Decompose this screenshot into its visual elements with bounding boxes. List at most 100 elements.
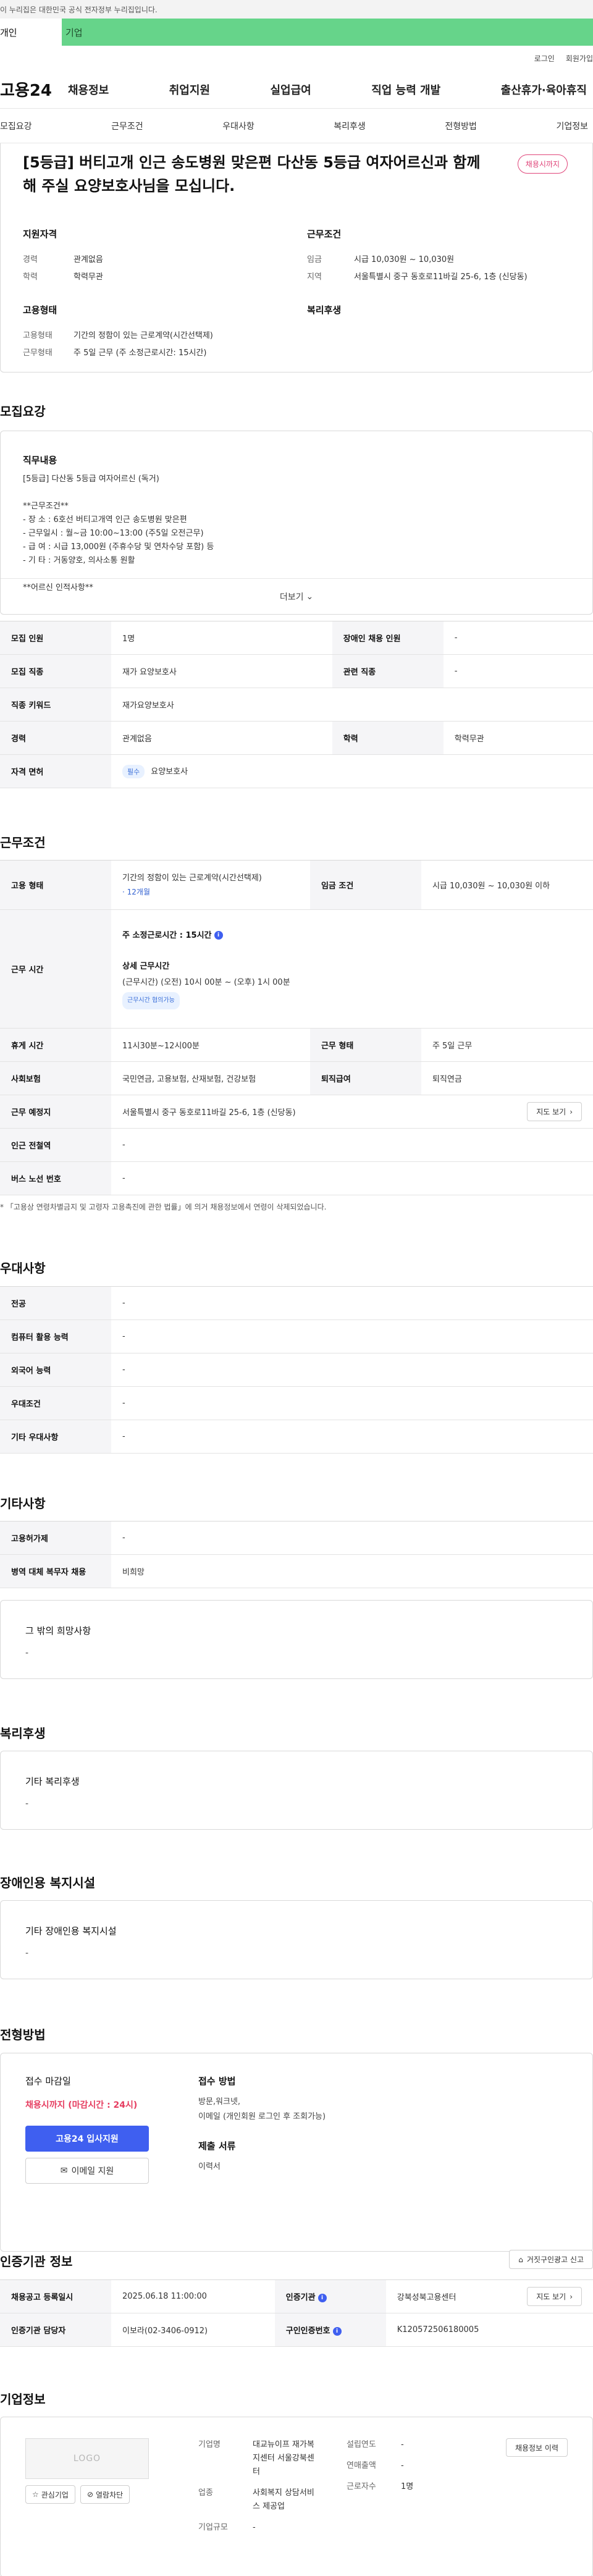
email-apply-button[interactable]: ✉ 이메일 지원 xyxy=(25,2158,149,2184)
conditions-table: 고용 형태 기간의 정함이 있는 근로계약(시간선택제) · 12개월 임금 조건… xyxy=(0,860,593,1195)
emp-type-table-cell: 기간의 정함이 있는 근로계약(시간선택제) · 12개월 xyxy=(111,860,310,910)
chevron-down-icon: ⌄ xyxy=(306,591,314,602)
corp-size-value: - xyxy=(253,2523,256,2532)
corp-info-left: 기업명 대교뉴이프 재가복지센터 서울강북센터 업종 사회복지 상담서비스 제공업 … xyxy=(198,2438,322,2535)
info-icon[interactable]: i xyxy=(332,2326,342,2336)
emp-period: · 12개월 xyxy=(122,887,150,896)
tab-corporate-label: 기업 xyxy=(65,27,83,38)
emp-type-table-value: 기간의 정함이 있는 근로계약(시간선택제) xyxy=(122,873,262,883)
break-value: 11시30분~12시00분 xyxy=(111,1028,310,1062)
table-row: 경력 관계없음 학력 학력무관 xyxy=(0,721,593,755)
table-row: 근무 예정지 서울특별시 중구 동호로11바길 25-6, 1층 (신당동) 지… xyxy=(0,1095,593,1129)
anchor-preference[interactable]: 우대사항 xyxy=(222,120,254,132)
gov-banner: 이 누리집은 대한민국 공식 전자정부 누리집입니다. xyxy=(0,0,593,19)
cert-table: 채용공고 등록일시 2025.06.18 11:00:00 인증기관 i 강북성북… xyxy=(0,2279,593,2347)
job-category-key: 모집 직종 xyxy=(0,654,111,688)
agency-key-cell: 인증기관 i xyxy=(274,2279,386,2313)
anchor-recruit[interactable]: 모집요강 xyxy=(0,120,32,132)
severance-key: 퇴직급여 xyxy=(309,1061,421,1095)
sales-key: 연매출액 xyxy=(347,2461,376,2470)
pref-value: - xyxy=(111,1386,593,1420)
desc-text: [5등급] 다산동 5등급 여자어르신 (독거) **근무조건** - 장 소 … xyxy=(23,474,214,592)
info-icon[interactable]: i xyxy=(214,931,223,940)
required-badge: 필수 xyxy=(122,764,145,778)
wage-table-value: 시급 10,030원 ~ 10,030원 이하 xyxy=(421,860,593,910)
emp-type-table-key: 고용 형태 xyxy=(0,860,111,910)
edu-table-value: 학력무관 xyxy=(443,721,593,755)
gnb-item-jobs[interactable]: 채용정보 xyxy=(68,82,109,98)
work-key: 근무형태 xyxy=(23,348,53,358)
site-logo[interactable]: 고용24 xyxy=(0,78,68,101)
docs-value: 이력서 xyxy=(198,2162,221,2171)
agency-map-label: 지도 보기 xyxy=(536,2292,566,2301)
gnb-item-employment-support[interactable]: 취업지원 xyxy=(169,82,210,98)
manager-value: 이보라(02-3406-0912) xyxy=(111,2313,275,2347)
anchor-conditions[interactable]: 근무조건 xyxy=(111,120,143,132)
anchor-welfare[interactable]: 복리후생 xyxy=(334,120,366,132)
license-cell: 필수 요양보호사 xyxy=(111,754,593,788)
military-key: 병역 대체 복무자 채용 xyxy=(0,1554,111,1588)
headcount-key: 모집 인원 xyxy=(0,621,111,655)
industry-key: 업종 xyxy=(198,2488,213,2498)
global-nav: 고용24 채용정보 취업지원 실업급여 직업 능력 개발 출산휴가·육아휴직 xyxy=(0,70,593,109)
related-category-value: - xyxy=(443,654,593,688)
table-row: 전공 - xyxy=(0,1286,593,1320)
tab-personal[interactable]: 개인 xyxy=(0,19,62,46)
break-key: 휴게 시간 xyxy=(0,1028,111,1062)
block-corp-label: 열람차단 xyxy=(96,2490,124,2499)
signup-link[interactable]: 회원가입 xyxy=(566,53,593,64)
subway-value: - xyxy=(111,1128,593,1162)
table-row: 채용공고 등록일시 2025.06.18 11:00:00 인증기관 i 강북성북… xyxy=(0,2279,593,2313)
place-key: 근무 예정지 xyxy=(0,1095,111,1129)
hours-key: 근무 시간 xyxy=(0,909,111,1029)
map-button[interactable]: 지도 보기 › xyxy=(527,1102,582,1121)
desc-title: 직무내용 xyxy=(23,455,57,466)
eps-key: 고용허가제 xyxy=(0,1521,111,1555)
login-link[interactable]: 로그인 xyxy=(534,53,555,64)
language-value: - xyxy=(111,1353,593,1387)
manager-key: 인증기관 담당자 xyxy=(0,2313,111,2347)
map-button-label: 지도 보기 xyxy=(536,1108,566,1116)
anchor-corp[interactable]: 기업정보 xyxy=(556,120,588,132)
apply-button[interactable]: 고용24 입사지원 xyxy=(25,2126,149,2152)
chevron-right-icon: › xyxy=(570,2292,573,2301)
false-ad-report-button[interactable]: ⌂ 거짓구인광고 신고 xyxy=(509,2250,593,2269)
info-icon[interactable]: i xyxy=(318,2293,327,2302)
military-value: 비희망 xyxy=(111,1554,593,1588)
hours-cell: 주 소정근로시간 : 15시간 i 상세 근무시간 (근무시간) (오전) 10시… xyxy=(111,909,593,1029)
false-ad-report-label: 거짓구인광고 신고 xyxy=(526,2255,584,2264)
table-row: 고용 형태 기간의 정함이 있는 근로계약(시간선택제) · 12개월 임금 조건… xyxy=(0,860,593,910)
keyword-value: 재가요양보호사 xyxy=(111,688,593,722)
career-key: 경력 xyxy=(23,255,38,264)
welfare-title: 기타 복리후생 xyxy=(25,1776,80,1787)
selection-card: 접수 마감일 채용시까지 (마감시간 : 24시) 고용24 입사지원 ✉ 이메일… xyxy=(0,2053,593,2252)
emp-type-value: 기간의 정함이 있는 근로계약(시간선택제) xyxy=(74,331,213,340)
disability-value: - xyxy=(25,1948,29,1958)
conditions-block: 근무조건 임금 시급 10,030원 ~ 10,030원 지역 서울특별시 중구 동… xyxy=(307,227,570,286)
block-corp-button[interactable]: ⊘ 열람차단 xyxy=(80,2485,130,2504)
headcount-value: 1명 xyxy=(111,621,332,655)
interest-corp-button[interactable]: ☆ 관심기업 xyxy=(25,2485,75,2504)
method-value: 방문,워크넷, 이메일 (개인회원 로그인 후 조회가능) xyxy=(198,2097,326,2121)
agency-map-button[interactable]: 지도 보기 › xyxy=(527,2287,582,2306)
corp-card: LOGO ☆ 관심기업 ⊘ 열람차단 기업명 대교뉴이프 재가복지센터 서울강북센터 … xyxy=(0,2417,593,2576)
more-button[interactable]: 더보기 ⌄ xyxy=(1,578,592,614)
major-value: - xyxy=(111,1286,593,1320)
staff-key: 근로자수 xyxy=(347,2482,376,2491)
disabled-value: - xyxy=(443,621,593,655)
career-value: 관계없음 xyxy=(74,255,103,264)
corp-info-right: 설립연도 - 연매출액 - 근로자수 1명 xyxy=(347,2438,445,2494)
qualification-title: 지원자격 xyxy=(23,229,57,240)
gnb-item-parental-leave[interactable]: 출산휴가·육아휴직 xyxy=(501,82,587,98)
gnb-item-unemployment-benefit[interactable]: 실업급여 xyxy=(271,82,311,98)
job-history-button[interactable]: 채용정보 이력 xyxy=(505,2438,568,2457)
anchor-selection[interactable]: 전형방법 xyxy=(445,120,477,132)
tab-corporate[interactable]: 기업 xyxy=(62,19,593,46)
table-row: 사회보험 국민연금, 고용보험, 산재보험, 건강보험 퇴직급여 퇴직연금 xyxy=(0,1061,593,1095)
reg-date-value: 2025.06.18 11:00:00 xyxy=(111,2279,275,2313)
job-category-value: 재가 요양보호사 xyxy=(111,654,332,688)
interest-corp-label: 관심기업 xyxy=(41,2490,69,2499)
agency-cell: 강북성북고용센터 지도 보기 › xyxy=(385,2279,593,2313)
gnb-item-vocational-training[interactable]: 직업 능력 개발 xyxy=(371,82,440,98)
table-row: 우대조건 - xyxy=(0,1386,593,1420)
